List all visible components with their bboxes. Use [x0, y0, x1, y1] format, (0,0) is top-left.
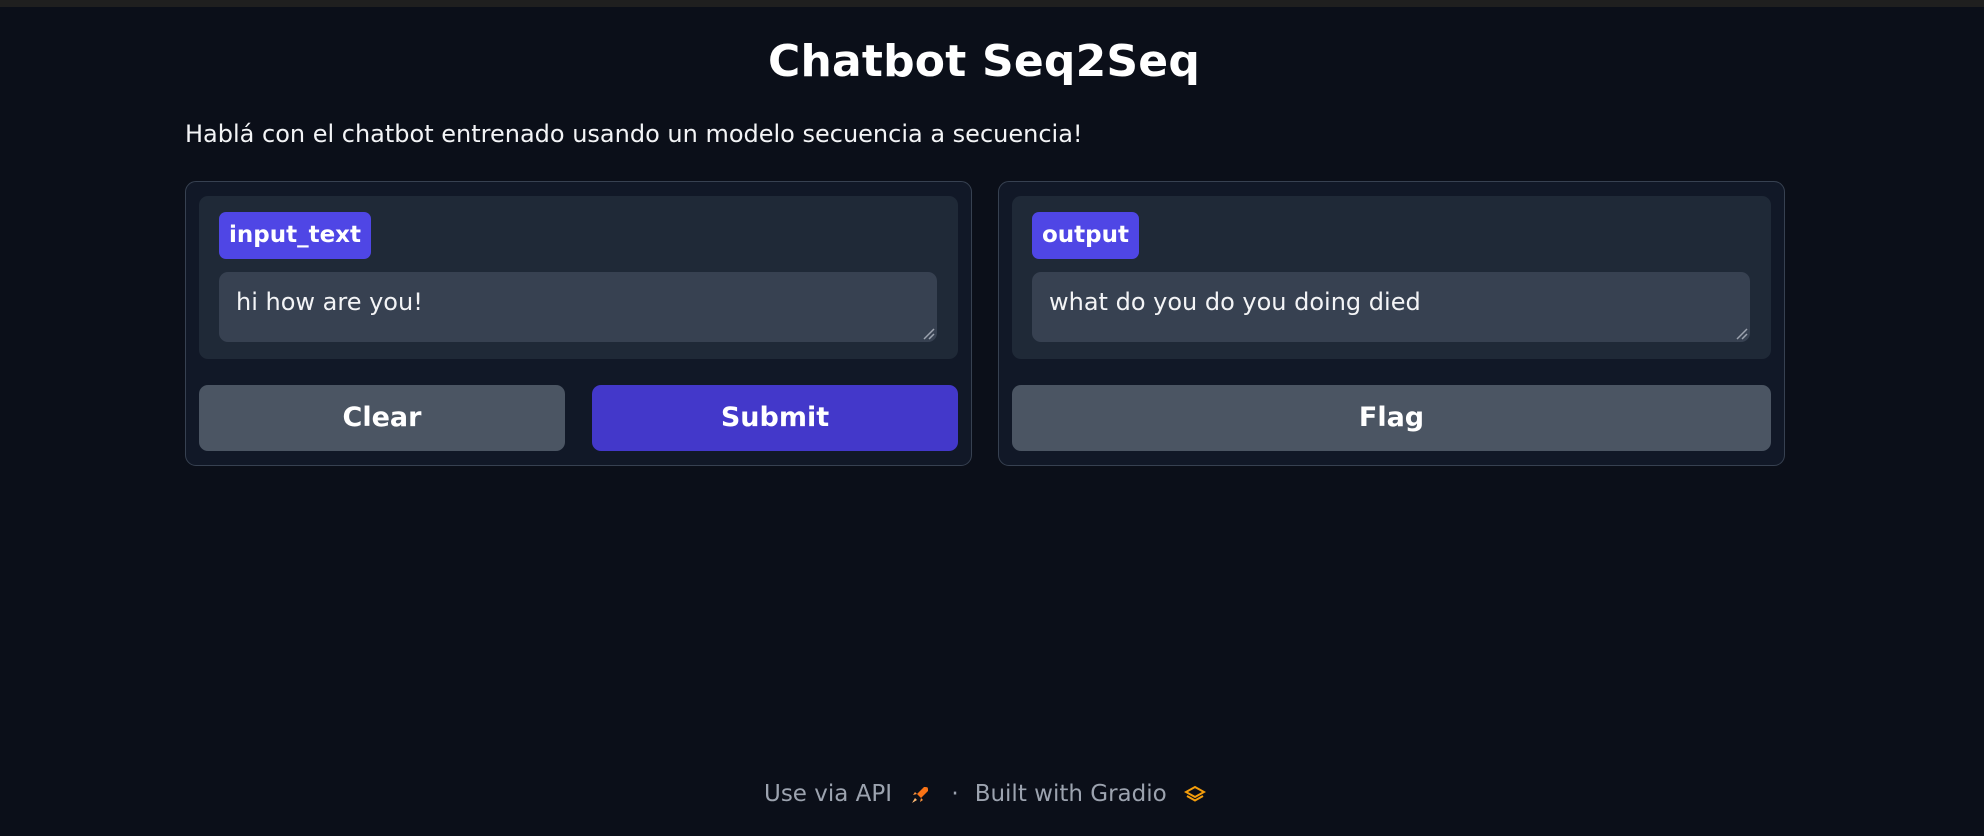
input-text-value: hi how are you!: [236, 288, 423, 316]
built-with-gradio-link[interactable]: Built with Gradio: [974, 781, 1207, 807]
page-title: Chatbot Seq2Seq: [767, 36, 1201, 87]
input-panel: input_text hi how are you! Clear Submit: [185, 181, 972, 466]
resize-handle-icon[interactable]: [921, 326, 935, 340]
gradio-logo-icon: [1184, 785, 1207, 802]
page-description: Hablá con el chatbot entrenado usando un…: [185, 120, 1083, 148]
use-via-api-link[interactable]: Use via API: [764, 781, 931, 807]
resize-handle-icon[interactable]: [1734, 326, 1748, 340]
flag-button[interactable]: Flag: [1012, 385, 1771, 451]
use-via-api-label: Use via API: [763, 781, 893, 807]
output-text-field[interactable]: what do you do you doing died: [1032, 272, 1750, 342]
clear-button[interactable]: Clear: [199, 385, 565, 451]
built-with-gradio-label: Built with Gradio: [974, 781, 1167, 807]
output-field-block: output what do you do you doing died: [1012, 196, 1771, 359]
footer-separator: ·: [951, 781, 959, 807]
output-text-value: what do you do you doing died: [1049, 288, 1421, 316]
input-field-block: input_text hi how are you!: [199, 196, 958, 359]
rocket-icon: [912, 786, 929, 803]
output-label: output: [1032, 212, 1140, 259]
top-strip: [0, 0, 1984, 7]
submit-button[interactable]: Submit: [592, 385, 958, 451]
footer: Use via API · Built with Gradio: [0, 781, 1984, 807]
input-text-label: input_text: [219, 212, 372, 259]
input-text-field[interactable]: hi how are you!: [219, 272, 937, 342]
footer-links: Use via API · Built with Gradio: [764, 781, 1207, 807]
output-panel: output what do you do you doing died Fla…: [998, 181, 1785, 466]
